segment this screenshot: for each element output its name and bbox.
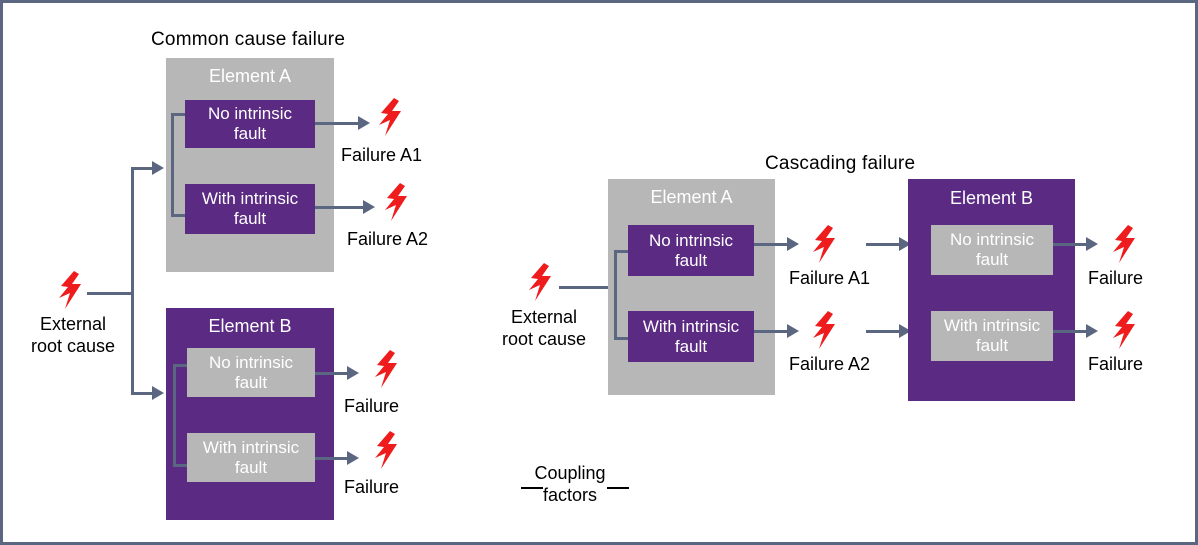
cascading-element-a-title: Element A [650, 187, 733, 207]
cascading-a-out1-line [754, 243, 789, 246]
common-cause-root-stub [87, 292, 134, 295]
cascading-b-output1-label: Failure [1088, 268, 1144, 288]
common-cause-element-b[interactable]: Element B [166, 308, 334, 520]
state-label-line2: fault [234, 372, 268, 392]
state-label-line1: No intrinsic [949, 230, 1035, 250]
common-cause-root-cause-label-line2: root cause [30, 336, 116, 356]
state-label-line2: fault [674, 250, 708, 270]
common-cause-a-fork-vertical [171, 113, 174, 217]
state-label-line1: No intrinsic [648, 230, 734, 250]
common-cause-b-output2-label: Failure [344, 477, 400, 497]
cascading-section-title: Cascading failure [765, 153, 916, 174]
cascading-root-cause-label-line1: External [510, 307, 578, 327]
state-label-line1: With intrinsic [201, 189, 299, 209]
cascading-link-a2-to-b [866, 330, 901, 333]
common-cause-a-out1-line [315, 122, 360, 125]
common-cause-element-a-state-with-intrinsic-fault[interactable]: With intrinsic fault [185, 184, 315, 234]
common-cause-root-cause-label-line1: External [39, 314, 107, 334]
common-cause-a-output1-label: Failure A1 [341, 145, 423, 165]
cascading-element-b-state-with-intrinsic-fault[interactable]: With intrinsic fault [931, 311, 1053, 361]
lightning-bolt-icon [377, 98, 403, 136]
arrow-head-icon [152, 386, 164, 400]
cascading-element-b-state-no-intrinsic-fault[interactable]: No intrinsic fault [931, 225, 1053, 275]
lightning-bolt-icon [373, 350, 399, 388]
cascading-a-output2-label: Failure A2 [789, 354, 871, 374]
cascading-link-a1-to-b [866, 243, 901, 246]
lightning-bolt-icon [1111, 311, 1137, 349]
diagram-canvas: Common cause failure External root cause… [0, 0, 1198, 545]
coupling-factors-dash-right [607, 487, 629, 489]
arrow-head-icon [347, 366, 359, 380]
common-cause-branch-to-b [131, 392, 153, 395]
cascading-a-fork-vertical [614, 250, 617, 340]
arrow-head-icon [787, 324, 799, 338]
arrow-head-icon [787, 237, 799, 251]
cascading-root-stub [559, 286, 615, 289]
lightning-bolt-icon [811, 311, 837, 349]
lightning-bolt-icon [811, 225, 837, 263]
arrow-head-icon [358, 116, 370, 130]
state-label-line1: With intrinsic [943, 316, 1041, 336]
arrow-head-icon [1086, 237, 1098, 251]
cascading-a-out2-line [754, 330, 789, 333]
common-cause-element-b-state-with-intrinsic-fault[interactable]: With intrinsic fault [187, 433, 315, 482]
arrow-head-icon [347, 451, 359, 465]
common-cause-a-output2-label: Failure A2 [347, 229, 429, 249]
common-cause-b-out1-line [315, 372, 349, 375]
lightning-bolt-icon [373, 431, 399, 469]
common-cause-element-a-state-no-intrinsic-fault[interactable]: No intrinsic fault [185, 100, 315, 148]
coupling-factors-line1: Coupling [534, 463, 606, 483]
common-cause-section-title: Common cause failure [151, 29, 346, 50]
cascading-element-a-state-with-intrinsic-fault[interactable]: With intrinsic fault [628, 311, 754, 362]
cascading-b-out1-line [1053, 243, 1088, 246]
coupling-factors-legend: Coupling factors [515, 463, 625, 506]
cascading-a-output1-label: Failure A1 [789, 268, 871, 288]
state-label-line2: fault [975, 250, 1009, 269]
common-cause-branch-to-a [131, 167, 153, 170]
cascading-root-cause-label-line2: root cause [501, 329, 587, 349]
cascading-element-a[interactable]: Element A [608, 179, 775, 395]
cascading-element-b[interactable]: Element B [908, 179, 1075, 401]
cascading-b-out2-line [1053, 330, 1088, 333]
state-label-line2: fault [233, 209, 267, 228]
cascading-element-b-title: Element B [949, 188, 1034, 208]
state-label-line1: No intrinsic [208, 352, 294, 372]
common-cause-element-a[interactable]: Element A [166, 58, 334, 272]
coupling-factors-dash-left [521, 487, 543, 489]
arrow-head-icon [152, 161, 164, 175]
lightning-bolt-icon [1111, 225, 1137, 263]
cascading-element-a-state-no-intrinsic-fault[interactable]: No intrinsic fault [628, 225, 754, 276]
state-label-line2: fault [674, 336, 708, 356]
common-cause-b-output1-label: Failure [344, 396, 400, 416]
common-cause-trunk-vertical [131, 167, 134, 395]
common-cause-element-b-state-no-intrinsic-fault[interactable]: No intrinsic fault [187, 348, 315, 397]
lightning-bolt-icon [57, 271, 83, 309]
lightning-bolt-icon [527, 263, 553, 301]
lightning-bolt-icon [383, 183, 409, 221]
cascading-b-output2-label: Failure [1088, 354, 1144, 374]
state-label-line2: fault [233, 124, 267, 143]
state-label-line1: No intrinsic [207, 104, 293, 124]
common-cause-a-out2-line [315, 206, 365, 209]
state-label-line1: With intrinsic [202, 437, 300, 457]
common-cause-b-fork-vertical [173, 364, 176, 467]
common-cause-element-a-title: Element A [208, 66, 292, 86]
arrow-head-icon [1086, 324, 1098, 338]
arrow-head-icon [363, 200, 375, 214]
common-cause-element-b-title: Element B [208, 316, 292, 336]
state-label-line2: fault [234, 457, 268, 477]
common-cause-b-out2-line [315, 457, 349, 460]
state-label-line1: With intrinsic [642, 316, 740, 336]
state-label-line2: fault [975, 336, 1009, 355]
